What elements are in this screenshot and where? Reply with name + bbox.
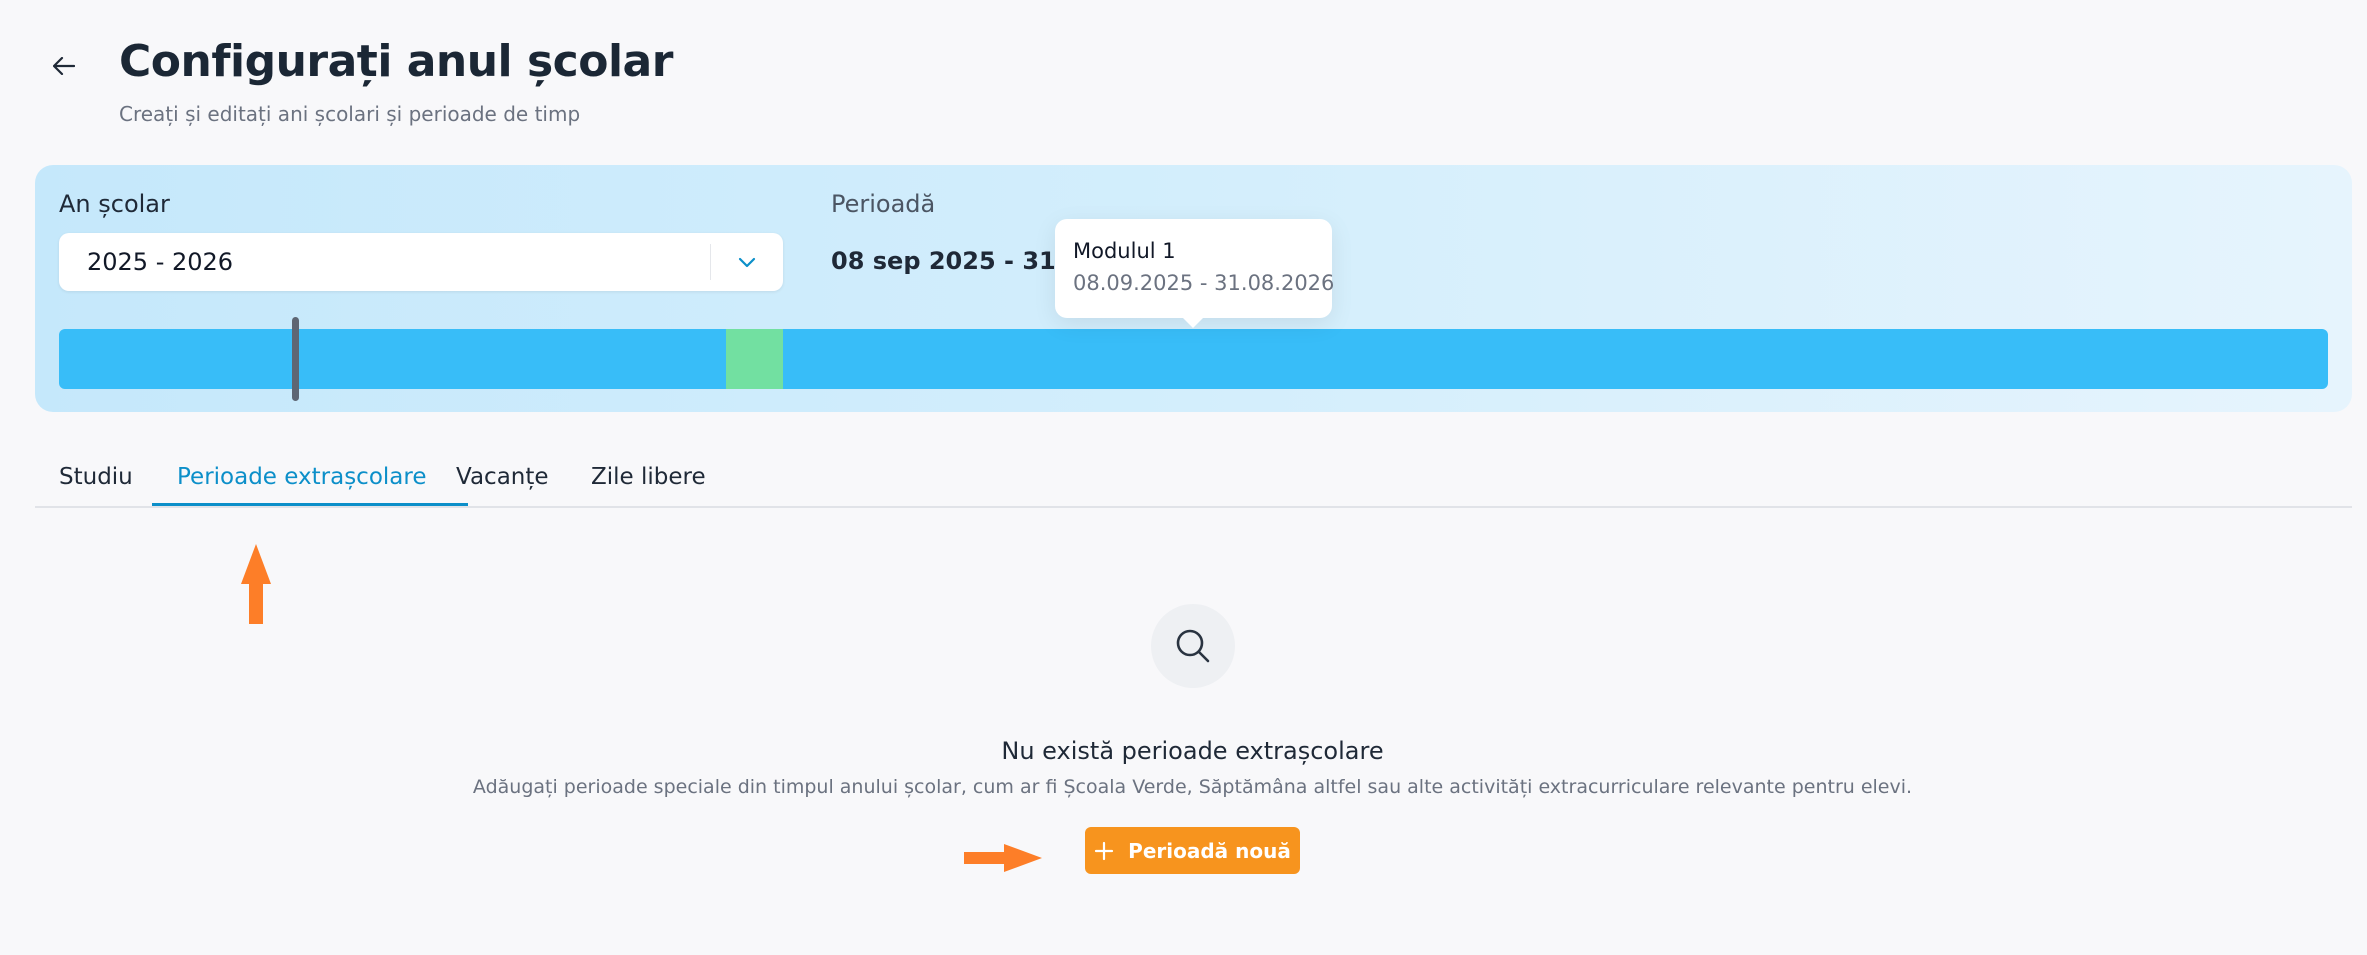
new-period-button[interactable]: Perioadă nouă (1085, 827, 1300, 874)
page-title: Configurați anul școlar (119, 36, 673, 87)
tab-bar: Studiu Perioade extrașcolare Vacanțe Zil… (35, 440, 2352, 508)
tooltip-date-range: 08.09.2025 - 31.08.2026 (1073, 271, 1335, 295)
arrow-right-annotation-icon (964, 844, 1042, 872)
tooltip-title: Modulul 1 (1073, 239, 1176, 263)
page-subtitle: Creați și editați ani școlari și perioad… (119, 102, 581, 126)
back-button[interactable] (44, 46, 84, 86)
school-year-select[interactable]: 2025 - 2026 (59, 233, 783, 291)
empty-state-title: Nu există perioade extrașcolare (1001, 737, 1384, 765)
chevron-down-icon[interactable] (711, 233, 783, 291)
tab-vacante[interactable]: Vacanțe (456, 464, 549, 490)
timeline-highlight-segment[interactable] (726, 329, 783, 389)
search-icon (1176, 629, 1210, 663)
page: Configurați anul școlar Creați și editaț… (0, 0, 2367, 955)
active-tab-underline (152, 503, 468, 506)
module-timeline-bar[interactable] (59, 317, 2328, 401)
module-tooltip: Modulul 1 08.09.2025 - 31.08.2026 (1055, 219, 1335, 328)
tab-zile-libere[interactable]: Zile libere (591, 464, 706, 490)
school-year-value: 2025 - 2026 (87, 248, 234, 276)
school-year-label: An școlar (59, 190, 170, 218)
empty-state-icon-circle (1151, 604, 1235, 688)
arrow-left-icon (53, 57, 75, 75)
period-value: 08 sep 2025 - 31 aug 2026 (831, 247, 1071, 275)
plus-icon (1095, 841, 1114, 860)
tab-perioade-extrascolare[interactable]: Perioade extrașcolare (177, 464, 427, 490)
empty-state-description: Adăugați perioade speciale din timpul an… (472, 776, 1913, 798)
arrow-up-annotation-icon (241, 544, 271, 624)
tab-studiu[interactable]: Studiu (59, 464, 133, 490)
new-period-label: Perioadă nouă (1128, 838, 1291, 863)
period-label: Perioadă (831, 190, 936, 218)
today-marker (292, 317, 299, 401)
